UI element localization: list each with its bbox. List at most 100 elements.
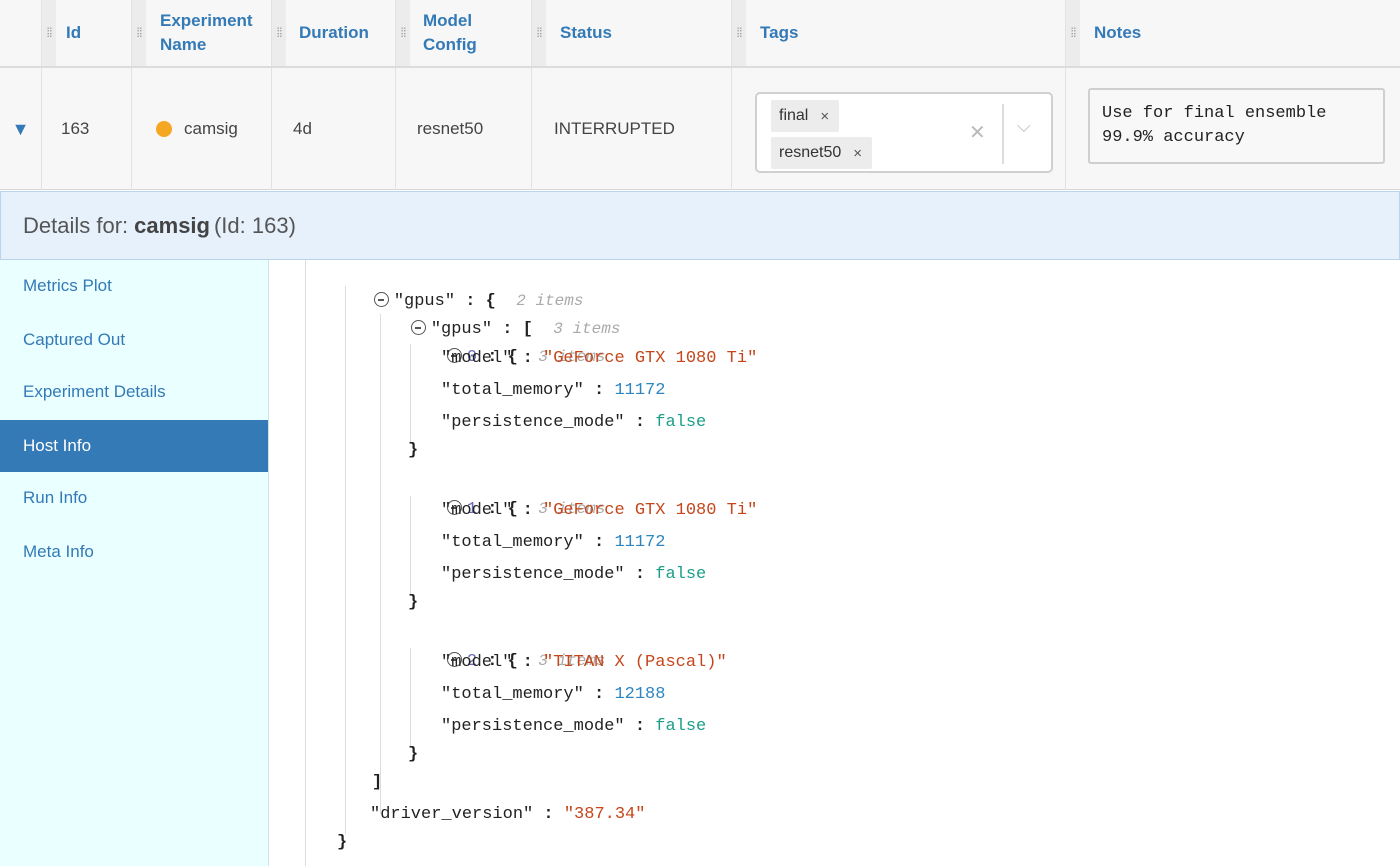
json-key: "total_memory" (441, 381, 584, 400)
json-bool-value: false (655, 413, 707, 432)
json-string-value: "TITAN X (Pascal)" (543, 653, 727, 672)
json-field-model: "model" : "GeForce GTX 1080 Ti" (441, 498, 757, 524)
indent-guide (380, 314, 381, 814)
json-field-persistence-mode: "persistence_mode" : false (441, 562, 706, 588)
caret-down-icon[interactable]: ▼ (12, 119, 30, 140)
json-colon: : (624, 717, 656, 736)
json-field-persistence-mode: "persistence_mode" : false (441, 714, 706, 740)
tag-remove-icon[interactable]: × (853, 145, 862, 162)
column-label[interactable]: Model Config (423, 0, 477, 66)
drag-handle-icon[interactable]: ⁞⁞ (132, 0, 146, 66)
column-label[interactable]: Status (560, 0, 612, 66)
column-header-notes[interactable]: ⁞⁞ Notes (1066, 0, 1400, 66)
json-colon: : (624, 565, 656, 584)
tag-chip: final × (771, 100, 840, 132)
json-key: "persistence_mode" (441, 717, 625, 736)
model-config-value: resnet50 (417, 119, 484, 138)
details-header: Details for: camsig (Id: 163) (0, 191, 1400, 260)
column-label[interactable]: Experiment Name (160, 0, 253, 66)
table-header: ⁞⁞ Id ⁞⁞ Experiment Name ⁞⁞ Duration ⁞⁞ … (0, 0, 1400, 68)
json-key: "model" (441, 501, 513, 520)
row-expand-cell[interactable]: ▼ (0, 68, 42, 190)
json-key: "persistence_mode" (441, 413, 625, 432)
json-field-model: "model" : "GeForce GTX 1080 Ti" (441, 346, 757, 372)
details-id: (Id: 163) (213, 212, 296, 238)
json-node-gpu-2: 2 : { 3 items (406, 622, 605, 671)
sidebar-item-meta-info[interactable]: Meta Info (0, 526, 268, 578)
json-field-total-memory: "total_memory" : 11172 (441, 530, 665, 556)
status-value: INTERRUPTED (554, 119, 675, 138)
json-key: "model" (441, 349, 513, 368)
indent-guide (345, 286, 346, 834)
json-node-gpu-0: 0 : { 3 items (406, 318, 605, 367)
status-dot-icon (156, 121, 172, 137)
tags-select[interactable]: final × resnet50 × ✕ ⌵ (755, 92, 1053, 173)
clear-icon[interactable]: ✕ (969, 120, 986, 145)
json-brace: } (408, 441, 419, 460)
column-header-model-config[interactable]: ⁞⁞ Model Config (396, 0, 532, 66)
json-brace: } (408, 745, 419, 764)
column-label[interactable]: Duration (299, 0, 369, 66)
column-label[interactable]: Tags (760, 0, 798, 66)
cell-status: INTERRUPTED (532, 68, 732, 190)
json-brace: } (408, 593, 419, 612)
drag-handle-icon[interactable]: ⁞⁞ (532, 0, 546, 66)
drag-handle-icon[interactable]: ⁞⁞ (732, 0, 746, 66)
json-string-value: "GeForce GTX 1080 Ti" (543, 349, 758, 368)
json-bracket: ] (372, 773, 383, 792)
json-field-driver-version: "driver_version" : "387.34" (370, 802, 645, 828)
json-bool-value: false (655, 717, 707, 736)
column-header-duration[interactable]: ⁞⁞ Duration (272, 0, 396, 66)
json-field-total-memory: "total_memory" : 11172 (441, 378, 665, 404)
header-expand-col (0, 0, 42, 66)
drag-handle-icon[interactable]: ⁞⁞ (42, 0, 56, 66)
cell-duration: 4d (272, 68, 396, 190)
json-number-value: 11172 (614, 533, 666, 552)
column-label[interactable]: Notes (1094, 0, 1141, 66)
json-key: "model" (441, 653, 513, 672)
json-node-gpus: "gpus" : { 2 items (333, 262, 583, 311)
json-node-gpu-1: 1 : { 3 items (406, 470, 605, 519)
json-key: "total_memory" (441, 533, 584, 552)
sidebar-item-host-info[interactable]: Host Info (0, 420, 268, 472)
json-bool-value: false (655, 565, 707, 584)
column-label-line: Model (423, 11, 473, 30)
json-node-gpus-array: "gpus" : [ 3 items (370, 290, 620, 339)
sidebar-item-metrics-plot[interactable]: Metrics Plot (0, 260, 268, 312)
column-label-line: Experiment (160, 11, 253, 30)
tag-label: resnet50 (779, 144, 842, 161)
cell-model-config: resnet50 (396, 68, 532, 190)
drag-handle-icon[interactable]: ⁞⁞ (1066, 0, 1080, 66)
chevron-down-icon[interactable]: ⌵ (1017, 116, 1031, 137)
drag-handle-icon[interactable]: ⁞⁞ (396, 0, 410, 66)
column-header-tags[interactable]: ⁞⁞ Tags (732, 0, 1066, 66)
json-colon: : (583, 381, 615, 400)
column-label[interactable]: Id (66, 0, 81, 66)
json-colon: : (583, 685, 615, 704)
column-header-experiment-name[interactable]: ⁞⁞ Experiment Name (132, 0, 272, 66)
json-key: "persistence_mode" (441, 565, 625, 584)
tag-label: final (779, 107, 809, 124)
json-string-value: "387.34" (563, 805, 646, 824)
column-header-id[interactable]: ⁞⁞ Id (42, 0, 132, 66)
column-header-status[interactable]: ⁞⁞ Status (532, 0, 732, 66)
json-viewer: "gpus" : { 2 items "gpus" : [ 3 items 0 … (270, 260, 1400, 866)
column-label-line: Name (160, 35, 207, 54)
sidebar-item-experiment-details[interactable]: Experiment Details (0, 366, 268, 418)
experiment-name-value: camsig (184, 119, 238, 138)
notes-field[interactable]: Use for final ensemble 99.9% accuracy (1088, 88, 1385, 164)
details-experiment-name: camsig (134, 212, 210, 238)
sidebar-item-run-info[interactable]: Run Info (0, 472, 268, 524)
json-key: "driver_version" (370, 805, 534, 824)
json-key: "total_memory" (441, 685, 584, 704)
indent-guide (305, 260, 306, 866)
sidebar-item-captured-out[interactable]: Captured Out (0, 314, 268, 366)
json-colon: : (512, 501, 544, 520)
json-string-value: "GeForce GTX 1080 Ti" (543, 501, 758, 520)
column-label-line: Config (423, 35, 477, 54)
drag-handle-icon[interactable]: ⁞⁞ (272, 0, 286, 66)
json-field-model: "model" : "TITAN X (Pascal)" (441, 650, 727, 676)
json-field-persistence-mode: "persistence_mode" : false (441, 410, 706, 436)
tag-remove-icon[interactable]: × (820, 108, 829, 125)
cell-experiment-name: camsig (132, 68, 272, 190)
